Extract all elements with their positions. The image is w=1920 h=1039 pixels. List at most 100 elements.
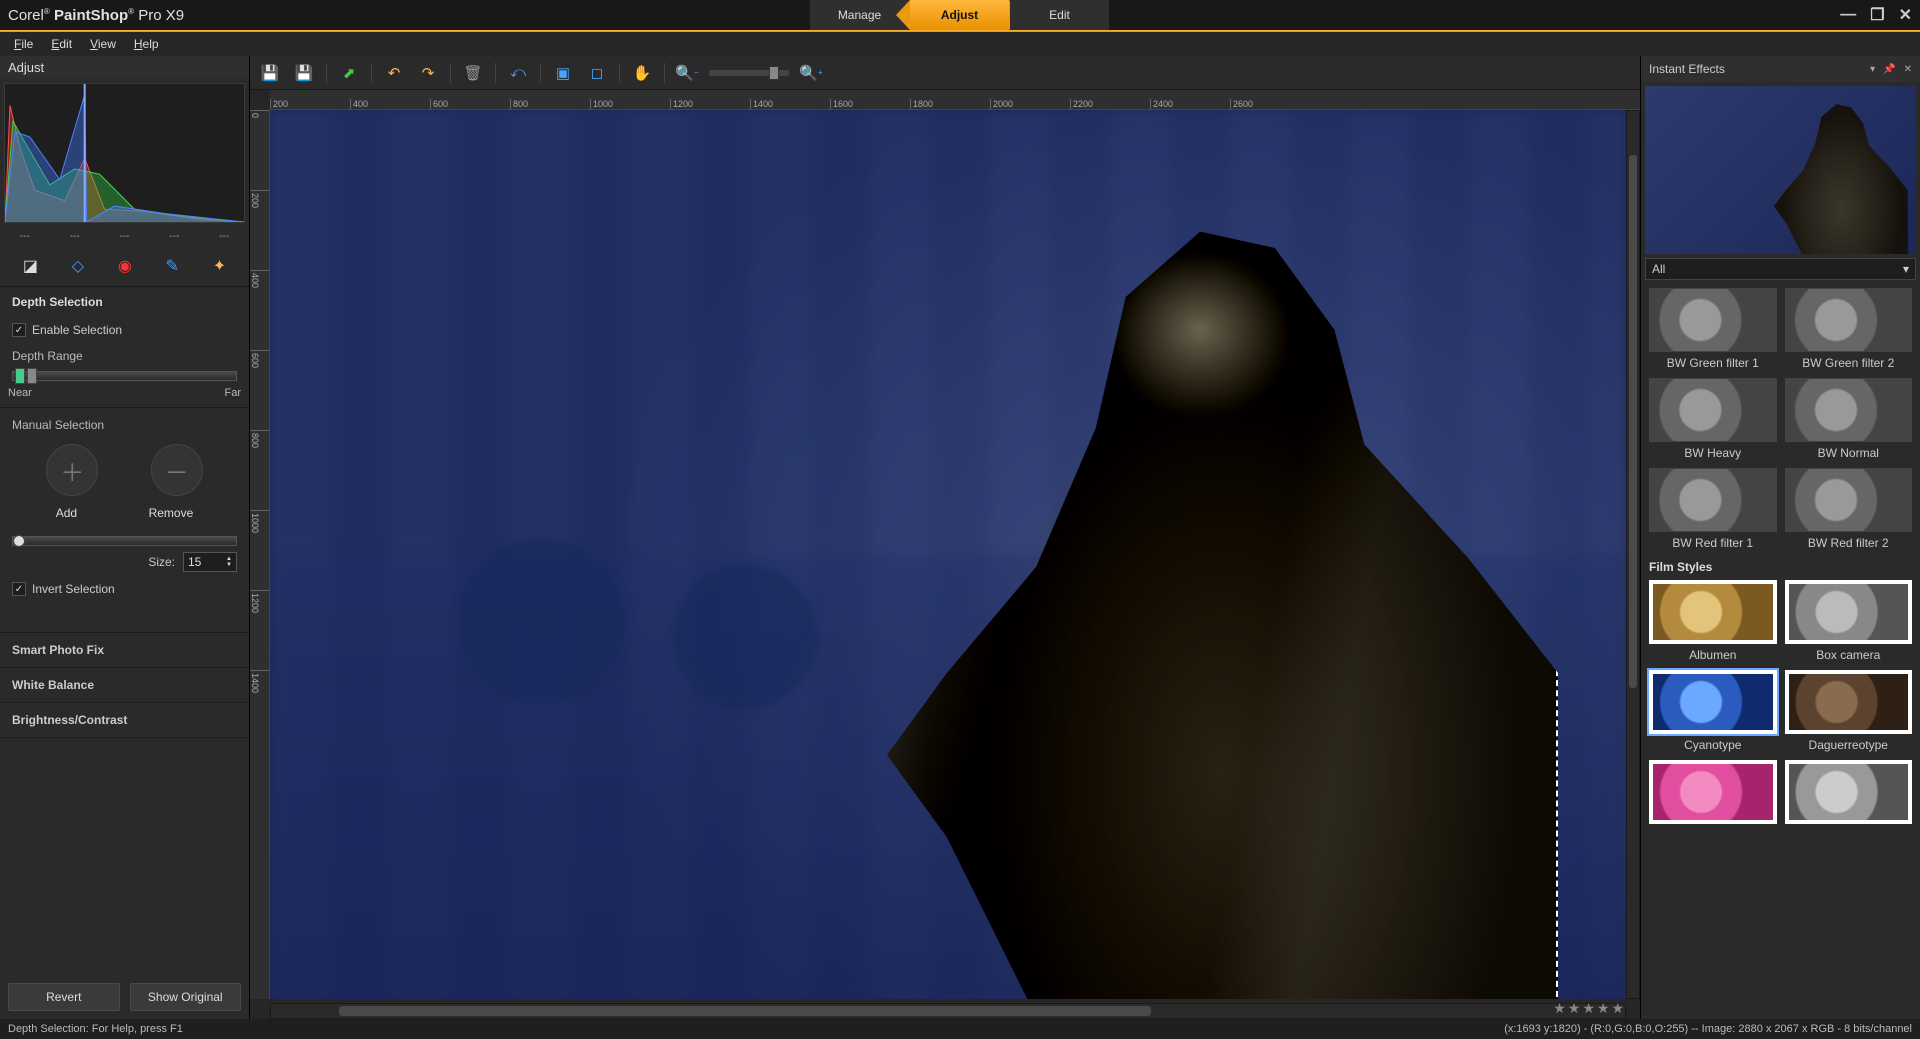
effect-cyanotype[interactable]: Cyanotype xyxy=(1649,670,1777,752)
depth-near-knob[interactable] xyxy=(15,368,25,384)
undo-icon[interactable]: ↶ xyxy=(382,61,406,85)
zoom-out-icon[interactable]: 🔍− xyxy=(675,61,699,85)
histo-val-0: --- xyxy=(20,231,30,242)
remove-brush-button[interactable]: － xyxy=(151,444,203,496)
zoom-in-icon[interactable]: 🔍+ xyxy=(799,61,823,85)
star-2[interactable]: ★ xyxy=(1568,1000,1581,1017)
brightness-contrast[interactable]: Brightness/Contrast xyxy=(0,703,249,738)
maximize-button[interactable]: ❐ xyxy=(1870,5,1884,25)
histogram[interactable] xyxy=(4,83,245,223)
invert-selection-checkbox[interactable]: ✓ xyxy=(12,582,26,596)
adjustment-list: Smart Photo Fix White Balance Brightness… xyxy=(0,632,249,738)
actual-size-icon[interactable]: ◻ xyxy=(585,61,609,85)
h-scroll-thumb[interactable] xyxy=(339,1006,1151,1016)
straighten-icon[interactable]: ◇ xyxy=(72,256,84,276)
adjust-footer: Revert Show Original xyxy=(0,975,249,1019)
crop-icon[interactable]: ◪ xyxy=(23,256,38,276)
menu-bar: FFileile EditEdit ViewView HelpHelp xyxy=(0,32,1920,56)
effect-bw-red-1[interactable]: BW Red filter 1 xyxy=(1649,468,1777,550)
effect-bw-green-2[interactable]: BW Green filter 2 xyxy=(1785,288,1913,370)
depth-range-label: Depth Range xyxy=(0,343,249,365)
star-4[interactable]: ★ xyxy=(1597,1000,1610,1017)
v-scroll-thumb[interactable] xyxy=(1629,155,1637,687)
quick-tools: ◪ ◇ ◉ ✎ ✦ xyxy=(0,246,249,287)
effect-film-5[interactable] xyxy=(1649,760,1777,828)
effect-bw-red-2[interactable]: BW Red filter 2 xyxy=(1785,468,1913,550)
minimize-button[interactable]: — xyxy=(1840,6,1856,24)
ruler-vertical[interactable]: 0 200 400 600 800 1000 1200 1400 xyxy=(250,110,270,999)
save-icon[interactable]: 💾 xyxy=(258,61,282,85)
depth-far-knob[interactable] xyxy=(27,368,37,384)
size-input[interactable]: 15 ▲▼ xyxy=(183,552,237,572)
workspace-mode-tabs: Manage Adjust Edit xyxy=(810,0,1110,30)
histo-val-1: --- xyxy=(70,231,80,242)
revert-button[interactable]: Revert xyxy=(8,983,120,1011)
invert-selection-row[interactable]: ✓ Invert Selection xyxy=(0,576,249,602)
zoom-slider[interactable] xyxy=(709,70,789,76)
effect-film-6[interactable] xyxy=(1785,760,1913,828)
redo-icon[interactable]: ↷ xyxy=(416,61,440,85)
size-spinner[interactable]: ▲▼ xyxy=(226,556,232,568)
menu-help[interactable]: HelpHelp xyxy=(134,37,159,51)
tab-edit[interactable]: Edit xyxy=(1010,0,1110,30)
histo-val-3: --- xyxy=(169,231,179,242)
menu-edit[interactable]: EditEdit xyxy=(51,37,72,51)
image-canvas[interactable] xyxy=(270,110,1626,999)
panel-pin-icon[interactable]: 📌 xyxy=(1883,64,1895,75)
show-original-button[interactable]: Show Original xyxy=(130,983,242,1011)
app-brand: Corel® PaintShop® Pro X9 xyxy=(8,7,184,24)
histo-val-2: --- xyxy=(119,231,129,242)
redeye-icon[interactable]: ◉ xyxy=(118,256,132,276)
near-label: Near xyxy=(8,387,32,399)
adjust-panel-title: Adjust xyxy=(0,56,249,79)
depth-range-slider[interactable] xyxy=(12,371,237,381)
effects-category-value: All xyxy=(1652,262,1665,276)
star-5[interactable]: ★ xyxy=(1611,1000,1624,1017)
tab-adjust[interactable]: Adjust xyxy=(910,0,1010,30)
effect-bw-heavy[interactable]: BW Heavy xyxy=(1649,378,1777,460)
panel-close-icon[interactable]: ✕ xyxy=(1904,64,1912,75)
canvas-vertical-scrollbar[interactable] xyxy=(1626,110,1640,999)
enable-selection-label: Enable Selection xyxy=(32,323,122,337)
ruler-horizontal[interactable]: 200 400 600 800 1000 1200 1400 1600 1800… xyxy=(270,90,1640,110)
star-1[interactable]: ★ xyxy=(1553,1000,1566,1017)
fit-window-icon[interactable]: ▣ xyxy=(551,61,575,85)
makeover-icon[interactable]: ✦ xyxy=(213,256,226,276)
effect-box-camera[interactable]: Box camera xyxy=(1785,580,1913,662)
canvas-horizontal-scrollbar[interactable] xyxy=(270,1003,1626,1019)
delete-icon[interactable]: 🗑 xyxy=(461,61,485,85)
tab-manage[interactable]: Manage xyxy=(810,0,910,30)
zoom-knob[interactable] xyxy=(769,66,779,80)
status-bar: Depth Selection: For Help, press F1 (x:1… xyxy=(0,1019,1920,1039)
effect-bw-normal[interactable]: BW Normal xyxy=(1785,378,1913,460)
menu-view[interactable]: ViewView xyxy=(90,37,116,51)
enable-selection-checkbox[interactable]: ✓ xyxy=(12,323,26,337)
white-balance[interactable]: White Balance xyxy=(0,668,249,703)
smart-photo-fix[interactable]: Smart Photo Fix xyxy=(0,633,249,668)
adjust-options-scroll[interactable]: Depth Selection ✓ Enable Selection Depth… xyxy=(0,287,249,975)
adjust-panel: Adjust --- --- --- --- --- ◪ ◇ ◉ ✎ ✦ Dep… xyxy=(0,56,250,1019)
enable-selection-row[interactable]: ✓ Enable Selection xyxy=(0,317,249,343)
share-icon[interactable]: ⬈ xyxy=(337,61,361,85)
brush-slider[interactable] xyxy=(12,536,237,546)
brush-knob[interactable] xyxy=(13,535,25,547)
panel-menu-icon[interactable]: ▾ xyxy=(1870,64,1875,75)
save-all-icon[interactable]: 💾 xyxy=(292,61,316,85)
effect-daguerreotype[interactable]: Daguerreotype xyxy=(1785,670,1913,752)
effect-albumen[interactable]: Albumen xyxy=(1649,580,1777,662)
pan-icon[interactable]: ✋ xyxy=(630,61,654,85)
effect-bw-green-1[interactable]: BW Green filter 1 xyxy=(1649,288,1777,370)
add-brush-button[interactable]: ＋ xyxy=(46,444,98,496)
menu-file[interactable]: FFileile xyxy=(14,37,33,51)
rotate-icon[interactable]: ⤺ xyxy=(506,61,530,85)
effects-category-select[interactable]: All ▾ xyxy=(1645,258,1916,280)
instant-effects-title: Instant Effects xyxy=(1649,62,1725,76)
invert-selection-label: Invert Selection xyxy=(32,582,115,596)
histo-val-4: --- xyxy=(219,231,229,242)
image-rating[interactable]: ★ ★ ★ ★ ★ xyxy=(1553,1000,1624,1017)
clone-icon[interactable]: ✎ xyxy=(166,256,179,276)
close-button[interactable]: ✕ xyxy=(1899,5,1912,25)
effects-grid[interactable]: BW Green filter 1 BW Green filter 2 BW H… xyxy=(1641,280,1920,1019)
add-label: Add xyxy=(56,506,77,520)
star-3[interactable]: ★ xyxy=(1582,1000,1595,1017)
